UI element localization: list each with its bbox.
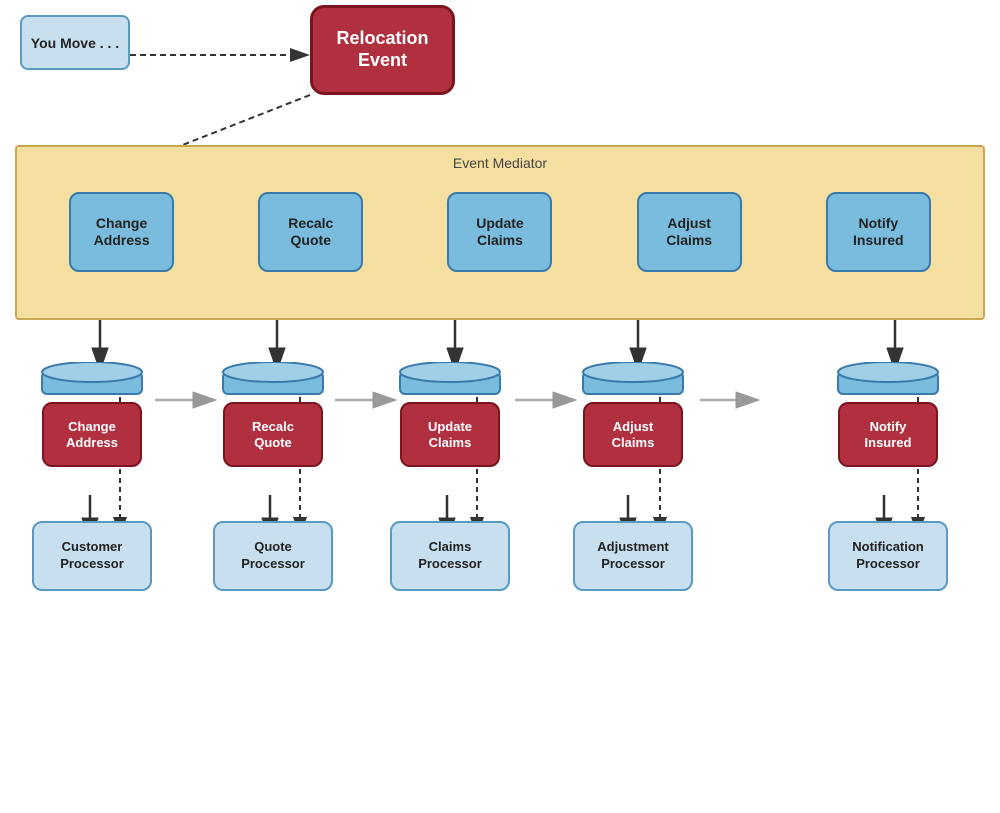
- column-update-claims: UpdateClaims ClaimsProcessor: [390, 362, 510, 591]
- column-change-address: ChangeAddress CustomerProcessor: [32, 362, 152, 591]
- mediator-step-update-claims: UpdateClaims: [447, 192, 552, 272]
- processor-claims: ClaimsProcessor: [390, 521, 510, 591]
- processor-notification: NotificationProcessor: [828, 521, 948, 591]
- processor-quote: QuoteProcessor: [213, 521, 333, 591]
- queue-shape-1: [37, 362, 147, 402]
- event-adjust-claims: AdjustClaims: [583, 402, 683, 467]
- relocation-event-label: Relocation Event: [313, 28, 452, 71]
- column-notify-insured: NotifyInsured NotificationProcessor: [828, 362, 948, 591]
- processor-adjustment: AdjustmentProcessor: [573, 521, 693, 591]
- event-change-address: ChangeAddress: [42, 402, 142, 467]
- mediator-container: Event Mediator ChangeAddress RecalcQuote…: [15, 145, 985, 320]
- you-move-box: You Move . . .: [20, 15, 130, 70]
- mediator-label: Event Mediator: [453, 155, 547, 171]
- event-update-claims: UpdateClaims: [400, 402, 500, 467]
- mediator-step-recalc-quote: RecalcQuote: [258, 192, 363, 272]
- column-recalc-quote: RecalcQuote QuoteProcessor: [213, 362, 333, 591]
- column-adjust-claims: AdjustClaims AdjustmentProcessor: [573, 362, 693, 591]
- queue-shape-3: [395, 362, 505, 402]
- mediator-steps: ChangeAddress RecalcQuote UpdateClaims A…: [27, 192, 973, 272]
- you-move-label: You Move . . .: [31, 35, 119, 51]
- mediator-step-adjust-claims: AdjustClaims: [637, 192, 742, 272]
- event-notify-insured: NotifyInsured: [838, 402, 938, 467]
- relocation-event-box: Relocation Event: [310, 5, 455, 95]
- mediator-step-change-address: ChangeAddress: [69, 192, 174, 272]
- mediator-step-notify-insured: NotifyInsured: [826, 192, 931, 272]
- queue-shape-5: [833, 362, 943, 402]
- event-recalc-quote: RecalcQuote: [223, 402, 323, 467]
- processor-customer: CustomerProcessor: [32, 521, 152, 591]
- queue-shape-4: [578, 362, 688, 402]
- diagram-container: You Move . . . Relocation Event Event Me…: [0, 0, 1000, 813]
- queue-shape-2: [218, 362, 328, 402]
